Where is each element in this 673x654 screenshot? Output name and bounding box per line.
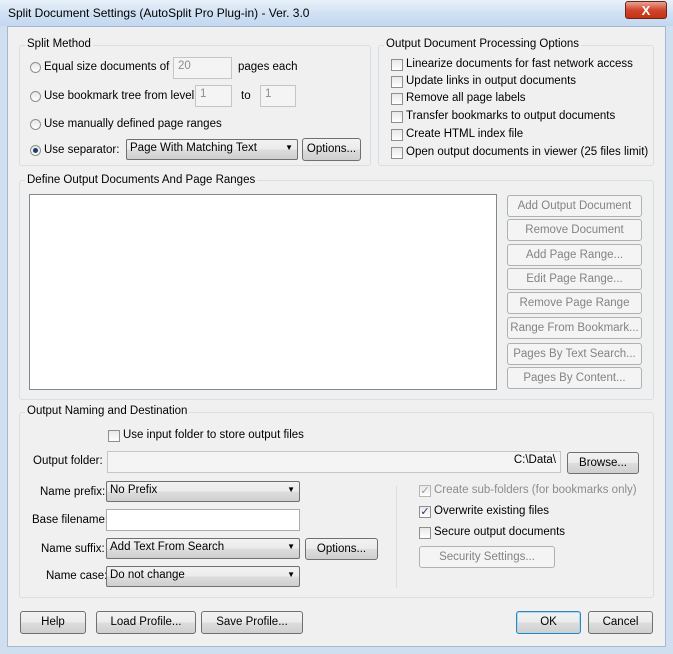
chevron-down-icon: ▼ [285,143,293,152]
name-suffix-value: Add Text From Search [110,541,225,553]
secure-output-label: Secure output documents [434,526,566,538]
create-subfolders-checkbox[interactable]: ✓ [419,485,431,497]
remove-page-range-button[interactable]: Remove Page Range [507,292,642,314]
transfer-bookmarks-label: Transfer bookmarks to output documents [406,110,616,122]
html-index-checkbox[interactable] [391,129,403,141]
use-input-folder-label: Use input folder to store output files [123,429,304,441]
remove-page-labels-label: Remove all page labels [406,92,526,104]
pages-by-text-search-button[interactable]: Pages By Text Search... [507,343,642,365]
overwrite-files-checkbox[interactable]: ✓ [419,506,431,518]
base-filename-label: Base filename: [32,514,109,526]
remove-page-labels-checkbox[interactable] [391,93,403,105]
save-profile-button[interactable]: Save Profile... [201,611,303,634]
output-folder-value: C:\Data\ [513,454,556,466]
window-title: Split Document Settings (AutoSplit Pro P… [8,6,310,20]
cancel-button[interactable]: Cancel [588,611,653,634]
html-index-label: Create HTML index file [406,128,524,140]
pages-each-label: pages each [238,61,298,73]
manual-ranges-label: Use manually defined page ranges [44,118,222,130]
name-prefix-select[interactable]: No Prefix ▼ [106,481,300,502]
add-page-range-button[interactable]: Add Page Range... [507,244,642,266]
add-output-document-button[interactable]: Add Output Document [507,195,642,217]
bookmark-level-to-input[interactable]: 1 [260,85,296,107]
split-method-label: Split Method [25,38,93,50]
name-suffix-label: Name suffix: [41,543,105,555]
update-links-label: Update links in output documents [406,75,577,87]
range-from-bookmark-button[interactable]: Range From Bookmark... [507,317,642,339]
name-prefix-label: Name prefix: [40,486,106,498]
output-documents-list[interactable] [29,194,497,390]
help-button[interactable]: Help [20,611,86,634]
chevron-down-icon: ▼ [287,485,295,494]
equal-size-label: Equal size documents of [44,61,170,73]
ok-button[interactable]: OK [516,611,581,634]
suffix-options-button[interactable]: Options... [305,538,378,560]
name-case-label: Name case: [46,570,108,582]
edit-page-range-button[interactable]: Edit Page Range... [507,268,642,290]
browse-button[interactable]: Browse... [567,452,639,474]
pages-each-input[interactable]: 20 [173,57,232,79]
separator-radio[interactable] [30,145,41,156]
separator-select-value: Page With Matching Text [130,142,257,154]
equal-size-radio[interactable] [30,62,41,73]
overwrite-files-label: Overwrite existing files [434,505,550,517]
secure-output-checkbox[interactable] [419,527,431,539]
manual-ranges-radio[interactable] [30,119,41,130]
create-subfolders-label: Create sub-folders (for bookmarks only) [434,484,637,496]
output-naming-label: Output Naming and Destination [25,405,190,417]
linearize-label: Linearize documents for fast network acc… [406,58,633,70]
bookmark-level-from-input[interactable]: 1 [195,85,232,107]
load-profile-button[interactable]: Load Profile... [96,611,196,634]
page-ranges-label: Define Output Documents And Page Ranges [25,174,258,186]
open-in-viewer-label: Open output documents in viewer (25 file… [406,146,649,158]
use-input-folder-checkbox[interactable] [108,430,120,442]
name-case-select[interactable]: Do not change ▼ [106,566,300,587]
transfer-bookmarks-checkbox[interactable] [391,111,403,123]
separator-select[interactable]: Page With Matching Text ▼ [126,139,298,160]
separator-options-button[interactable]: Options... [302,138,361,161]
vertical-divider [396,486,397,588]
name-suffix-select[interactable]: Add Text From Search ▼ [106,538,300,559]
processing-options-label: Output Document Processing Options [384,38,582,50]
update-links-checkbox[interactable] [391,76,403,88]
check-icon: ✓ [420,485,430,497]
name-prefix-value: No Prefix [110,484,158,496]
output-folder-label: Output folder: [33,455,103,467]
linearize-checkbox[interactable] [391,59,403,71]
bookmark-tree-label: Use bookmark tree from level [44,90,195,102]
security-settings-button[interactable]: Security Settings... [419,546,555,568]
check-icon: ✓ [420,506,430,518]
bookmark-tree-radio[interactable] [30,91,41,102]
to-label: to [241,90,251,102]
output-folder-field: C:\Data\ [107,451,561,473]
close-icon: X [641,3,651,18]
title-bar[interactable]: Split Document Settings (AutoSplit Pro P… [0,0,673,26]
separator-label: Use separator: [44,144,120,156]
pages-by-content-button[interactable]: Pages By Content... [507,367,642,389]
base-filename-input[interactable] [106,509,300,531]
chevron-down-icon: ▼ [287,542,295,551]
chevron-down-icon: ▼ [287,570,295,579]
open-in-viewer-checkbox[interactable] [391,147,403,159]
name-case-value: Do not change [110,569,185,581]
close-button[interactable]: X [625,1,667,19]
remove-document-button[interactable]: Remove Document [507,219,642,241]
